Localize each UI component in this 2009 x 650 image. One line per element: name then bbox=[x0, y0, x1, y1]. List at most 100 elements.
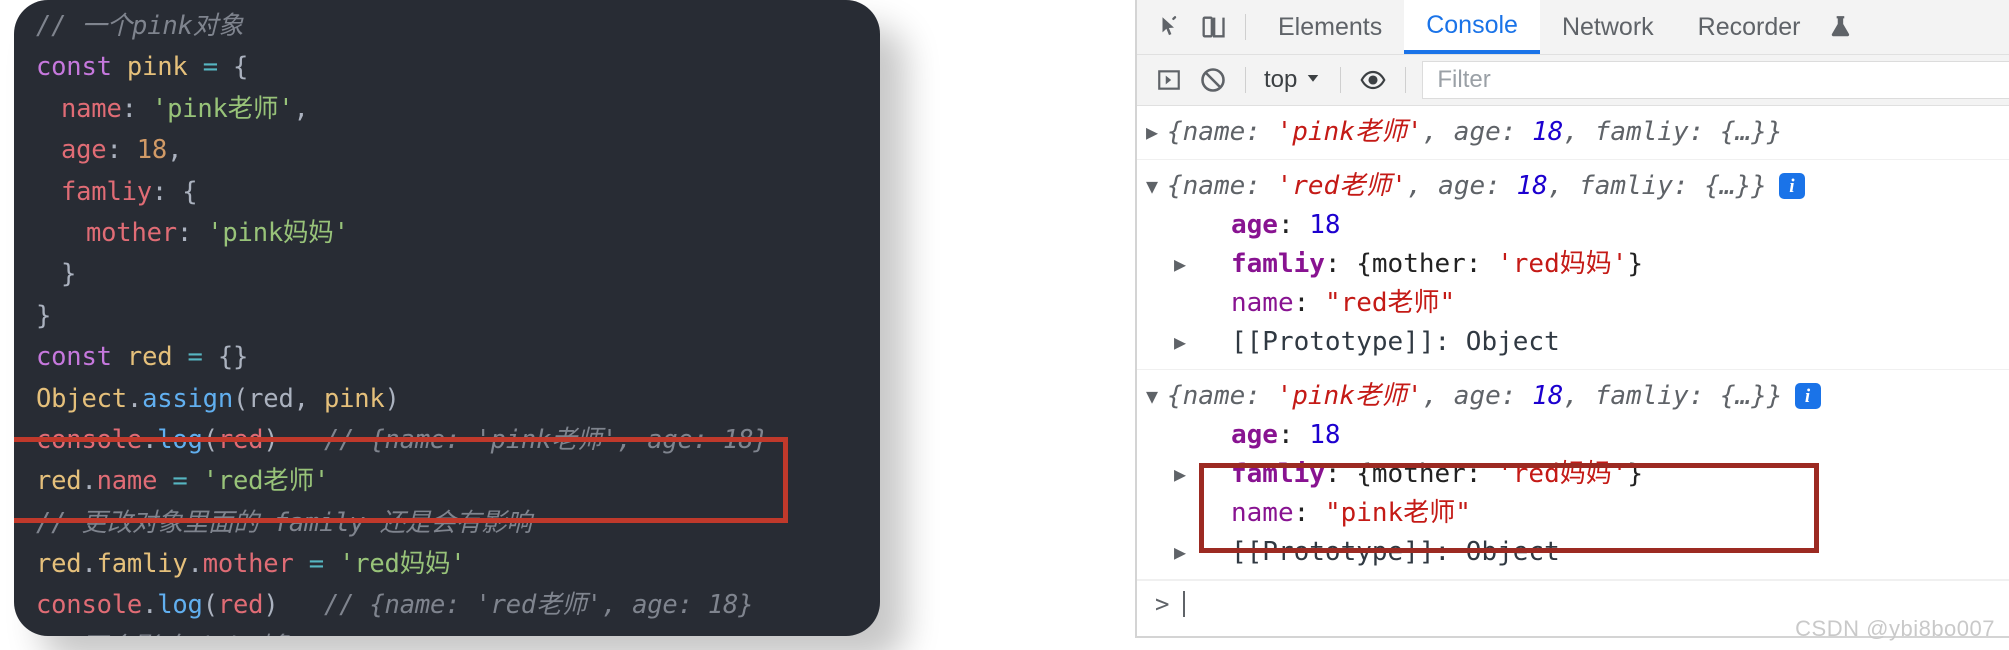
screenshot-root: // 一个pink对象 const pink = {name: 'pink老师',… bbox=[0, 0, 2009, 650]
code-token: red bbox=[217, 590, 264, 621]
info-badge-icon[interactable]: i bbox=[1778, 173, 1805, 199]
console-token: 18 bbox=[1532, 117, 1564, 147]
code-token: // {name: 'pink老师', age: 18} bbox=[278, 424, 769, 455]
console-token: 'red妈妈' bbox=[1497, 459, 1628, 489]
console-token: : {mother: bbox=[1324, 459, 1498, 489]
tab-recorder-label: Recorder bbox=[1697, 12, 1801, 41]
code-token: red bbox=[248, 383, 294, 414]
console-line[interactable]: name: "red老师" bbox=[1137, 284, 2009, 323]
filter-placeholder: Filter bbox=[1437, 66, 1491, 93]
device-toolbar-icon[interactable] bbox=[1191, 5, 1235, 49]
code-token: } bbox=[61, 259, 77, 290]
code-line: // 一个pink对象 bbox=[36, 6, 880, 47]
info-badge-icon[interactable]: i bbox=[1794, 383, 1821, 409]
code-token: : bbox=[176, 217, 208, 248]
tab-network-label: Network bbox=[1561, 12, 1654, 41]
tab-network[interactable]: Network bbox=[1540, 0, 1676, 54]
tab-recorder[interactable]: Recorder bbox=[1676, 0, 1823, 54]
filter-input[interactable]: Filter bbox=[1422, 61, 2009, 99]
filterbar-divider-1 bbox=[1245, 67, 1246, 93]
console-token: "pink老师" bbox=[1324, 498, 1471, 528]
code-line: } bbox=[36, 296, 880, 337]
console-line[interactable]: ▶ {name: 'pink老师', age: 18, famliy: {…}} bbox=[1137, 113, 2009, 152]
code-token: Object bbox=[36, 383, 127, 414]
tab-console[interactable]: Console bbox=[1404, 0, 1540, 54]
console-entry-1[interactable]: ▶ {name: 'pink老师', age: 18, famliy: {…}} bbox=[1137, 106, 2009, 160]
console-output[interactable]: ▶ {name: 'pink老师', age: 18, famliy: {…}} ▼… bbox=[1137, 106, 2009, 636]
console-token: , age: bbox=[1422, 117, 1533, 147]
triangle-right-icon[interactable]: ▶ bbox=[1137, 113, 1167, 152]
code-line: console.log(red) // {name: 'pink老师', age… bbox=[36, 420, 880, 461]
tab-console-label: Console bbox=[1426, 10, 1518, 39]
sidebar-toggle-icon[interactable] bbox=[1147, 58, 1191, 102]
console-line-text: name: "red老师" bbox=[1195, 284, 1455, 323]
console-token: , famliy: {…}} bbox=[1563, 117, 1783, 147]
code-token: , bbox=[293, 93, 309, 124]
code-token: {} bbox=[202, 342, 249, 373]
code-token: pink bbox=[126, 52, 188, 83]
console-line-text: {name: 'pink老师', age: 18, famliy: {…}} bbox=[1167, 377, 1783, 416]
code-token: famliy bbox=[96, 549, 188, 580]
console-line[interactable]: name: "pink老师" bbox=[1137, 494, 2009, 533]
code-line: Object.assign(red, pink) bbox=[36, 379, 880, 420]
flask-icon[interactable] bbox=[1828, 13, 1854, 41]
code-token: = bbox=[308, 549, 324, 580]
clear-console-icon[interactable] bbox=[1191, 58, 1235, 102]
console-line-text: [[Prototype]]: Object bbox=[1195, 323, 1560, 362]
console-token: age bbox=[1231, 210, 1278, 240]
code-token: console bbox=[36, 590, 143, 621]
code-token: // 不会影响pink对象 bbox=[36, 632, 294, 636]
code-token: const bbox=[36, 52, 112, 83]
console-line[interactable]: ▶ [[Prototype]]: Object bbox=[1137, 533, 2009, 572]
console-line[interactable]: ▶ [[Prototype]]: Object bbox=[1137, 323, 2009, 362]
console-text-caret bbox=[1183, 591, 1186, 617]
devtools-tabbar: Elements Console Network Recorder bbox=[1137, 0, 2009, 55]
console-line[interactable]: age: 18 bbox=[1137, 416, 2009, 455]
console-entry-3[interactable]: ▼ {name: 'pink老师', age: 18, famliy: {…}} i… bbox=[1137, 370, 2009, 580]
code-token: 'red妈妈' bbox=[339, 549, 466, 580]
code-token: 'pink老师' bbox=[151, 93, 294, 124]
code-token: } bbox=[36, 300, 52, 331]
inspect-element-icon[interactable] bbox=[1147, 5, 1191, 49]
filterbar-divider-3 bbox=[1405, 67, 1407, 93]
code-token: ) bbox=[384, 383, 400, 414]
console-line[interactable]: ▶ famliy: {mother: 'red妈妈'} bbox=[1137, 245, 2009, 284]
code-token: ) bbox=[263, 424, 279, 455]
code-token: console bbox=[36, 424, 143, 455]
console-line-text: name: "pink老师" bbox=[1195, 494, 1471, 533]
console-entry-2[interactable]: ▼ {name: 'red老师', age: 18, famliy: {…}} i a… bbox=[1137, 160, 2009, 370]
console-token: famliy bbox=[1231, 459, 1325, 489]
console-line-text: famliy: {mother: 'red妈妈'} bbox=[1195, 455, 1643, 494]
console-token: : bbox=[1277, 420, 1310, 450]
code-token: red bbox=[217, 424, 264, 455]
code-line: mother: 'pink妈妈' bbox=[36, 213, 880, 254]
console-line[interactable]: ▼ {name: 'red老师', age: 18, famliy: {…}} i bbox=[1137, 167, 2009, 206]
triangle-right-icon[interactable]: ▶ bbox=[1165, 533, 1195, 572]
code-lines[interactable]: // 一个pink对象 const pink = {name: 'pink老师',… bbox=[36, 6, 880, 636]
code-token: 18 bbox=[136, 135, 168, 166]
console-line[interactable]: age: 18 bbox=[1137, 206, 2009, 245]
code-line: // 不会影响pink对象 bbox=[36, 627, 880, 636]
triangle-right-icon[interactable]: ▶ bbox=[1165, 323, 1195, 362]
code-token: ) bbox=[263, 590, 279, 621]
console-token: , age: bbox=[1422, 381, 1533, 411]
console-line[interactable]: ▼ {name: 'pink老师', age: 18, famliy: {…}} i bbox=[1137, 377, 2009, 416]
code-token: red bbox=[36, 549, 82, 580]
execution-context-selector[interactable]: top bbox=[1256, 66, 1330, 94]
execution-context-label: top bbox=[1264, 66, 1298, 93]
watermark: CSDN @ybi8bo007 bbox=[1795, 616, 1995, 641]
triangle-right-icon[interactable]: ▶ bbox=[1165, 455, 1195, 494]
triangle-down-icon[interactable]: ▼ bbox=[1137, 167, 1167, 206]
tab-elements[interactable]: Elements bbox=[1256, 0, 1404, 54]
console-line-text: {name: 'pink老师', age: 18, famliy: {…}} bbox=[1167, 113, 1783, 152]
console-token: 18 bbox=[1532, 381, 1564, 411]
code-token: log bbox=[157, 424, 203, 455]
console-line[interactable]: ▶ famliy: {mother: 'red妈妈'} bbox=[1137, 455, 2009, 494]
console-token: {name: bbox=[1167, 117, 1277, 147]
triangle-down-icon[interactable]: ▼ bbox=[1137, 377, 1167, 416]
eye-icon[interactable] bbox=[1351, 58, 1395, 102]
console-token: 'red老师' bbox=[1276, 171, 1407, 201]
triangle-right-icon[interactable]: ▶ bbox=[1165, 245, 1195, 284]
